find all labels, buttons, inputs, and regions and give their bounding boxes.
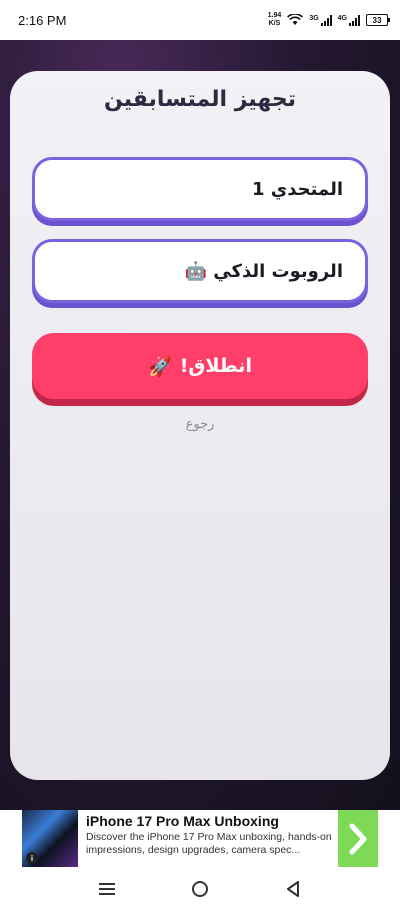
- signal-bars-icon: [320, 14, 332, 26]
- signal-sim2: 4G: [337, 14, 360, 26]
- player2-name-input[interactable]: [32, 239, 368, 303]
- player1-name-input[interactable]: [32, 157, 368, 221]
- ad-thumbnail[interactable]: i: [22, 810, 78, 867]
- menu-icon: [98, 883, 115, 895]
- back-link[interactable]: رجوع: [10, 417, 390, 432]
- network-speed-value: 1.94: [267, 12, 282, 19]
- back-button[interactable]: [278, 874, 308, 904]
- wifi-icon: [287, 14, 304, 25]
- battery-level: 33: [372, 15, 382, 25]
- sim1-network-label: 3G: [309, 14, 319, 22]
- recents-button[interactable]: [92, 874, 122, 904]
- info-icon[interactable]: i: [26, 852, 38, 864]
- page-title: تجهيز المتسابقين: [103, 87, 297, 112]
- status-icons: 1.94 K/S 3G 4G 33: [268, 12, 390, 28]
- back-triangle-icon: [287, 881, 300, 897]
- start-button[interactable]: انطلاق! 🚀: [32, 333, 368, 399]
- network-speed: 1.94 K/S: [268, 12, 282, 28]
- battery-icon: 33: [366, 14, 390, 26]
- chevron-right-icon: [349, 823, 367, 854]
- ad-description[interactable]: Discover the iPhone 17 Pro Max unboxing,…: [86, 831, 332, 857]
- ad-text[interactable]: iPhone 17 Pro Max Unboxing Discover the …: [78, 810, 338, 867]
- signal-sim1: 3G: [309, 14, 332, 26]
- system-nav-bar: [0, 867, 400, 911]
- ad-cta-button[interactable]: [338, 810, 378, 867]
- ad-banner[interactable]: i iPhone 17 Pro Max Unboxing Discover th…: [0, 810, 400, 867]
- status-time: 2:16 PM: [18, 12, 67, 28]
- ad-title[interactable]: iPhone 17 Pro Max Unboxing: [86, 813, 332, 830]
- start-button-label: انطلاق!: [179, 355, 252, 377]
- network-speed-unit: K/S: [268, 20, 281, 27]
- status-bar: 2:16 PM 1.94 K/S 3G 4G 33: [0, 0, 400, 40]
- sim2-network-label: 4G: [337, 14, 347, 22]
- home-button[interactable]: [185, 874, 215, 904]
- rocket-icon: 🚀: [148, 355, 172, 378]
- signal-bars-icon: [349, 14, 360, 26]
- setup-card: تجهيز المتسابقين انطلاق! 🚀 رجوع: [10, 71, 390, 780]
- home-circle-icon: [191, 881, 208, 897]
